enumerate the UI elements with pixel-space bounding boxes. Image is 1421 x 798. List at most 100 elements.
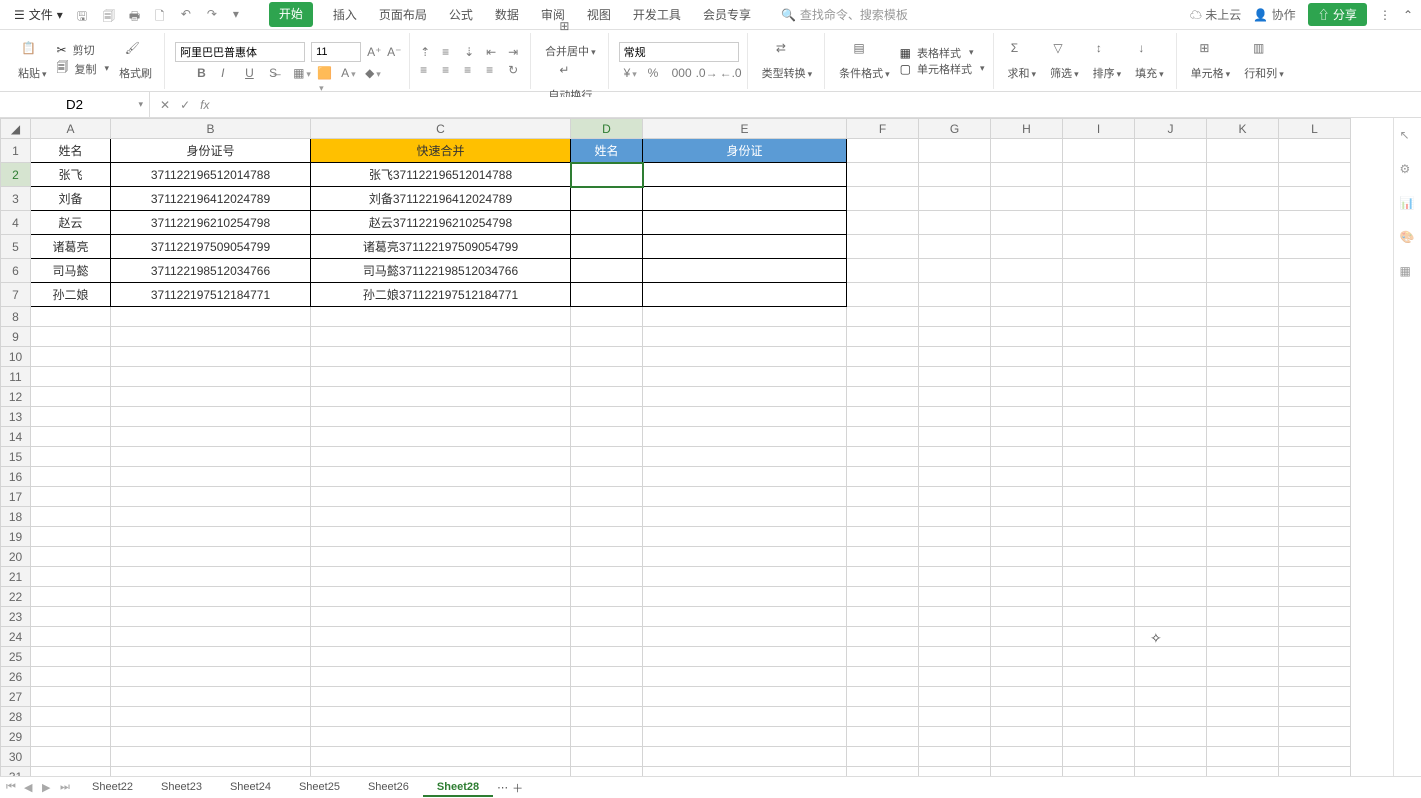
cell[interactable]: 司马懿 [31,259,111,283]
cell[interactable] [571,627,643,647]
cell[interactable] [1207,427,1279,447]
comma-icon[interactable]: 000 [672,66,686,80]
indent-increase-icon[interactable]: ⇥ [508,45,522,59]
cell[interactable] [111,447,311,467]
cell[interactable] [1063,327,1135,347]
row-header[interactable]: 3 [1,187,31,211]
cell[interactable] [31,707,111,727]
cell[interactable] [311,427,571,447]
cell[interactable] [847,427,919,447]
cell[interactable] [847,387,919,407]
sort-button[interactable]: ↕排序 [1089,39,1126,83]
cell[interactable] [571,407,643,427]
row-header[interactable]: 13 [1,407,31,427]
cell[interactable] [991,163,1063,187]
cell[interactable] [571,707,643,727]
cell[interactable] [31,687,111,707]
cell[interactable]: 371122198512034766 [111,259,311,283]
confirm-icon[interactable]: ✓ [180,98,190,112]
cell[interactable] [311,587,571,607]
tab-dev-tools[interactable]: 开发工具 [631,2,683,27]
font-size-select[interactable] [311,42,361,62]
cell[interactable] [1135,467,1207,487]
cell[interactable] [571,307,643,327]
cell[interactable] [1135,747,1207,767]
row-header[interactable]: 4 [1,211,31,235]
row-header[interactable]: 16 [1,467,31,487]
cell[interactable] [1063,507,1135,527]
cell[interactable] [1207,587,1279,607]
cell[interactable]: 赵云371122196210254798 [311,211,571,235]
cell[interactable] [847,507,919,527]
cell[interactable] [847,487,919,507]
cell[interactable] [919,211,991,235]
cell[interactable] [1207,327,1279,347]
cell[interactable] [1207,307,1279,327]
cell[interactable] [991,747,1063,767]
row-header[interactable]: 28 [1,707,31,727]
cell[interactable] [847,667,919,687]
cell[interactable]: 371122196512014788 [111,163,311,187]
cell[interactable] [1135,587,1207,607]
decrease-font-icon[interactable]: A⁻ [387,45,401,59]
col-header-I[interactable]: I [1063,119,1135,139]
cell[interactable] [1207,507,1279,527]
tab-member[interactable]: 会员专享 [701,2,753,27]
cell[interactable] [1063,163,1135,187]
cell[interactable] [919,767,991,777]
cell[interactable] [1063,547,1135,567]
sheet-tab[interactable]: Sheet25 [285,779,354,797]
cell[interactable] [31,447,111,467]
cell[interactable] [311,447,571,467]
cell[interactable] [847,747,919,767]
cell[interactable] [1279,427,1351,447]
cell[interactable]: 姓名 [31,139,111,163]
cell[interactable] [31,527,111,547]
increase-font-icon[interactable]: A⁺ [367,45,381,59]
style-icon[interactable]: 🎨 [1400,230,1416,246]
cell[interactable] [571,447,643,467]
cell[interactable] [643,767,847,777]
cell[interactable] [643,547,847,567]
cell[interactable] [1135,507,1207,527]
cell[interactable]: 371122196210254798 [111,211,311,235]
cell[interactable] [311,707,571,727]
cell[interactable] [1135,407,1207,427]
row-header[interactable]: 17 [1,487,31,507]
sheet-tab[interactable]: Sheet22 [78,779,147,797]
cell[interactable] [1279,259,1351,283]
cell[interactable] [919,347,991,367]
cell[interactable] [847,259,919,283]
cell[interactable] [991,687,1063,707]
cell[interactable] [991,667,1063,687]
cell[interactable]: 孙二娘371122197512184771 [311,283,571,307]
cell[interactable] [847,767,919,777]
cell[interactable] [1207,647,1279,667]
cell[interactable] [31,507,111,527]
cell[interactable] [643,607,847,627]
conditional-format-button[interactable]: ▤ 条件格式 [835,39,894,83]
cut-button[interactable]: ✂ 剪切 [57,42,110,58]
cell[interactable] [571,387,643,407]
cell[interactable] [311,627,571,647]
cell[interactable] [847,163,919,187]
cell[interactable] [31,307,111,327]
cell[interactable] [311,667,571,687]
merge-center-button[interactable]: ⊞ 合并居中 [541,17,600,61]
cell[interactable] [1063,283,1135,307]
cell[interactable] [1135,259,1207,283]
cell[interactable] [847,707,919,727]
cell[interactable] [919,587,991,607]
row-header[interactable]: 22 [1,587,31,607]
grid-container[interactable]: ◢ A B C D E F G H I J K L 1姓名身份证号快速合并姓名身… [0,118,1393,776]
cell[interactable] [1279,747,1351,767]
tab-insert[interactable]: 插入 [331,2,359,27]
row-header[interactable]: 21 [1,567,31,587]
cell[interactable] [571,587,643,607]
filter-button[interactable]: ▽筛选 [1046,39,1083,83]
cell[interactable] [643,687,847,707]
cell[interactable] [311,687,571,707]
align-bottom-icon[interactable]: ⇣ [464,45,478,59]
name-box-input[interactable] [0,97,149,112]
select-all-corner[interactable]: ◢ [1,119,31,139]
